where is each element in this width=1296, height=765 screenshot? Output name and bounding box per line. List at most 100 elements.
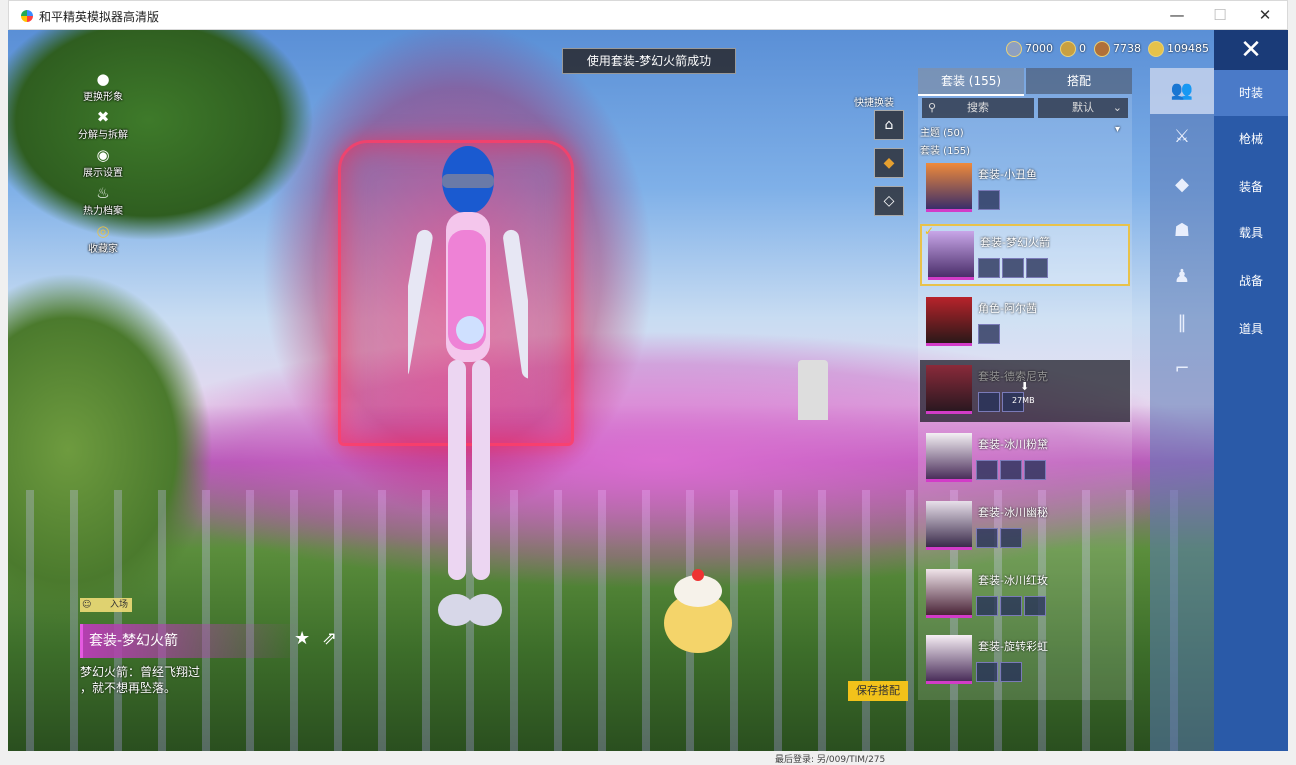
left-menu-disassemble[interactable]: ✖ 分解与拆解 [68, 108, 138, 146]
pants-icon[interactable]: ‖ [1150, 300, 1214, 346]
currency-silver[interactable]: 7000 [1006, 40, 1053, 58]
left-menu: ● 更换形象 ✖ 分解与拆解 ◉ 展示设置 ♨ 热力档案 ◎ 收藏家 [68, 70, 138, 260]
search-field[interactable]: ⚲ 搜索 [922, 98, 1034, 118]
outfit-thumbnail [926, 433, 972, 482]
app-icon [21, 10, 33, 22]
fire-icon: ♨ [96, 184, 110, 202]
category-fashion[interactable]: 时装 [1214, 70, 1288, 116]
piece-icon[interactable] [1000, 662, 1022, 682]
diamond-icon[interactable]: ◇ [874, 186, 904, 216]
outfit-item[interactable]: 套装-冰川幽秘 [920, 496, 1130, 558]
piece-icon[interactable] [1026, 258, 1048, 278]
eye-icon: ◉ [96, 146, 110, 164]
currency-gold[interactable]: 0 [1060, 40, 1086, 58]
helmet-icon[interactable]: ☗ [1150, 208, 1214, 254]
piece-icon[interactable] [978, 190, 1000, 210]
outfit-item[interactable]: 套装-冰川红玫 [920, 564, 1130, 626]
category-battle-prep[interactable]: 战备 [1214, 258, 1288, 304]
panel-tabs: 套装 (155) 搭配 [918, 68, 1132, 96]
outfit-item-downloadable[interactable]: 套装-德索尼克 ⬇ 27MB [920, 360, 1130, 422]
minimize-button[interactable]: — [1157, 4, 1197, 26]
piece-icon[interactable] [976, 528, 998, 548]
outfit-item[interactable]: 套装-旋转彩虹 [920, 630, 1130, 692]
smiley-icon: ☺ [82, 600, 92, 610]
sort-dropdown[interactable]: 默认 ⌄ [1038, 98, 1128, 118]
theme-filter[interactable]: 主题 (50) ▾ [920, 124, 1126, 139]
piece-icon[interactable] [976, 662, 998, 682]
close-game-panel-button[interactable]: ✕ [1214, 30, 1288, 70]
download-icon[interactable]: ⬇ [1020, 380, 1029, 393]
piece-icon[interactable] [1000, 460, 1022, 480]
collection-icon: ◎ [96, 222, 110, 240]
intro-badge[interactable]: ☺ 入场 [80, 598, 132, 612]
outfit-item[interactable]: 套装-冰川粉黛 [920, 428, 1130, 490]
piece-icon[interactable] [1000, 528, 1022, 548]
save-outfit-button[interactable]: 保存搭配 [848, 681, 908, 701]
category-props[interactable]: 道具 [1214, 306, 1288, 352]
outfit-description: 梦幻火箭：曾经飞翔过 ，就不想再坠落。 [80, 665, 201, 695]
currency-bronze[interactable]: 7738 [1094, 40, 1141, 58]
maximize-button[interactable]: ☐ [1200, 4, 1240, 26]
piece-icon[interactable] [976, 460, 998, 480]
piece-icon[interactable] [1000, 596, 1022, 616]
category-vehicles[interactable]: 载具 [1214, 210, 1288, 256]
outfit-icon[interactable]: 👥 [1150, 68, 1214, 114]
windmill [798, 360, 828, 420]
success-toast: 使用套装-梦幻火箭成功 [562, 48, 736, 74]
game-viewport: ● 更换形象 ✖ 分解与拆解 ◉ 展示设置 ♨ 热力档案 ◎ 收藏家 使用套装-… [8, 30, 1288, 751]
outfit-item-selected[interactable]: ✓ 套装-梦幻火箭 [920, 224, 1130, 286]
outfit-panel: 套装 (155) 搭配 ⚲ 搜索 默认 ⌄ 主题 (50) ▾ 套装 (155)… [918, 68, 1132, 700]
quick-outfit-label[interactable]: 快捷换装 [854, 94, 894, 109]
search-icon: ⚲ [928, 101, 937, 114]
piece-icon[interactable] [1024, 596, 1046, 616]
star-icon[interactable]: ★ [294, 628, 310, 649]
download-size: 27MB [1012, 396, 1035, 405]
left-menu-display-settings[interactable]: ◉ 展示设置 [68, 146, 138, 184]
outfit-item[interactable]: 角色-阿尔茜 [920, 292, 1130, 354]
outfit-thumbnail [928, 231, 974, 280]
person-icon: ● [96, 70, 110, 88]
disassemble-icon: ✖ [96, 108, 110, 126]
tab-suits[interactable]: 套装 (155) [918, 68, 1024, 96]
outfit-thumbnail [926, 501, 972, 550]
silver-coin-icon [1006, 41, 1022, 57]
close-window-button[interactable]: ✕ [1245, 4, 1285, 26]
currency-gem[interactable]: 109485 [1148, 40, 1209, 58]
piece-icon[interactable] [1024, 460, 1046, 480]
shoes-icon[interactable]: ⌐ [1150, 346, 1214, 392]
chick-pet[interactable] [658, 565, 738, 655]
left-menu-change-look[interactable]: ● 更换形象 [68, 70, 138, 108]
outfit-thumbnail [926, 163, 972, 212]
hanger-icon[interactable]: ⌂ [874, 110, 904, 140]
outfit-name-bar: 套装-梦幻火箭 [80, 624, 300, 658]
backpack-icon[interactable]: ◆ [1150, 162, 1214, 208]
check-icon: ✓ [924, 224, 935, 238]
window-titlebar: 和平精英模拟器高清版 — ☐ ✕ [8, 0, 1288, 30]
share-icon[interactable]: ⇗ [322, 628, 337, 649]
subcategory-sidebar: 👥 ⚔ ◆ ☗ ♟ ‖ ⌐ [1150, 68, 1214, 751]
piece-icon[interactable] [978, 324, 1000, 344]
tab-match[interactable]: 搭配 [1026, 68, 1132, 94]
badge-icon[interactable]: ◆ [874, 148, 904, 178]
outfit-thumbnail [926, 297, 972, 346]
dropdown-arrow-icon: ▾ [1114, 124, 1120, 135]
category-gear[interactable]: 装备 [1214, 164, 1288, 210]
left-menu-heat-archive[interactable]: ♨ 热力档案 [68, 184, 138, 222]
outfit-thumbnail [926, 635, 972, 684]
piece-icon[interactable] [1002, 258, 1024, 278]
player-character[interactable] [408, 130, 528, 650]
piece-icon[interactable] [978, 258, 1000, 278]
left-menu-collector[interactable]: ◎ 收藏家 [68, 222, 138, 260]
outfit-item[interactable]: 套装-小丑鱼 [920, 158, 1130, 220]
piece-icon[interactable] [976, 596, 998, 616]
piece-icon[interactable] [978, 392, 1000, 412]
category-guns[interactable]: 枪械 [1214, 116, 1288, 162]
outfit-thumbnail [926, 365, 972, 414]
bronze-coin-icon [1094, 41, 1110, 57]
chevron-down-icon: ⌄ [1112, 101, 1122, 114]
armor-icon[interactable]: ⚔ [1150, 114, 1214, 160]
suit-count-label: 套装 (155) [920, 146, 971, 157]
gem-coin-icon [1148, 41, 1164, 57]
gold-coin-icon [1060, 41, 1076, 57]
outfit-icon[interactable]: ♟ [1150, 254, 1214, 300]
